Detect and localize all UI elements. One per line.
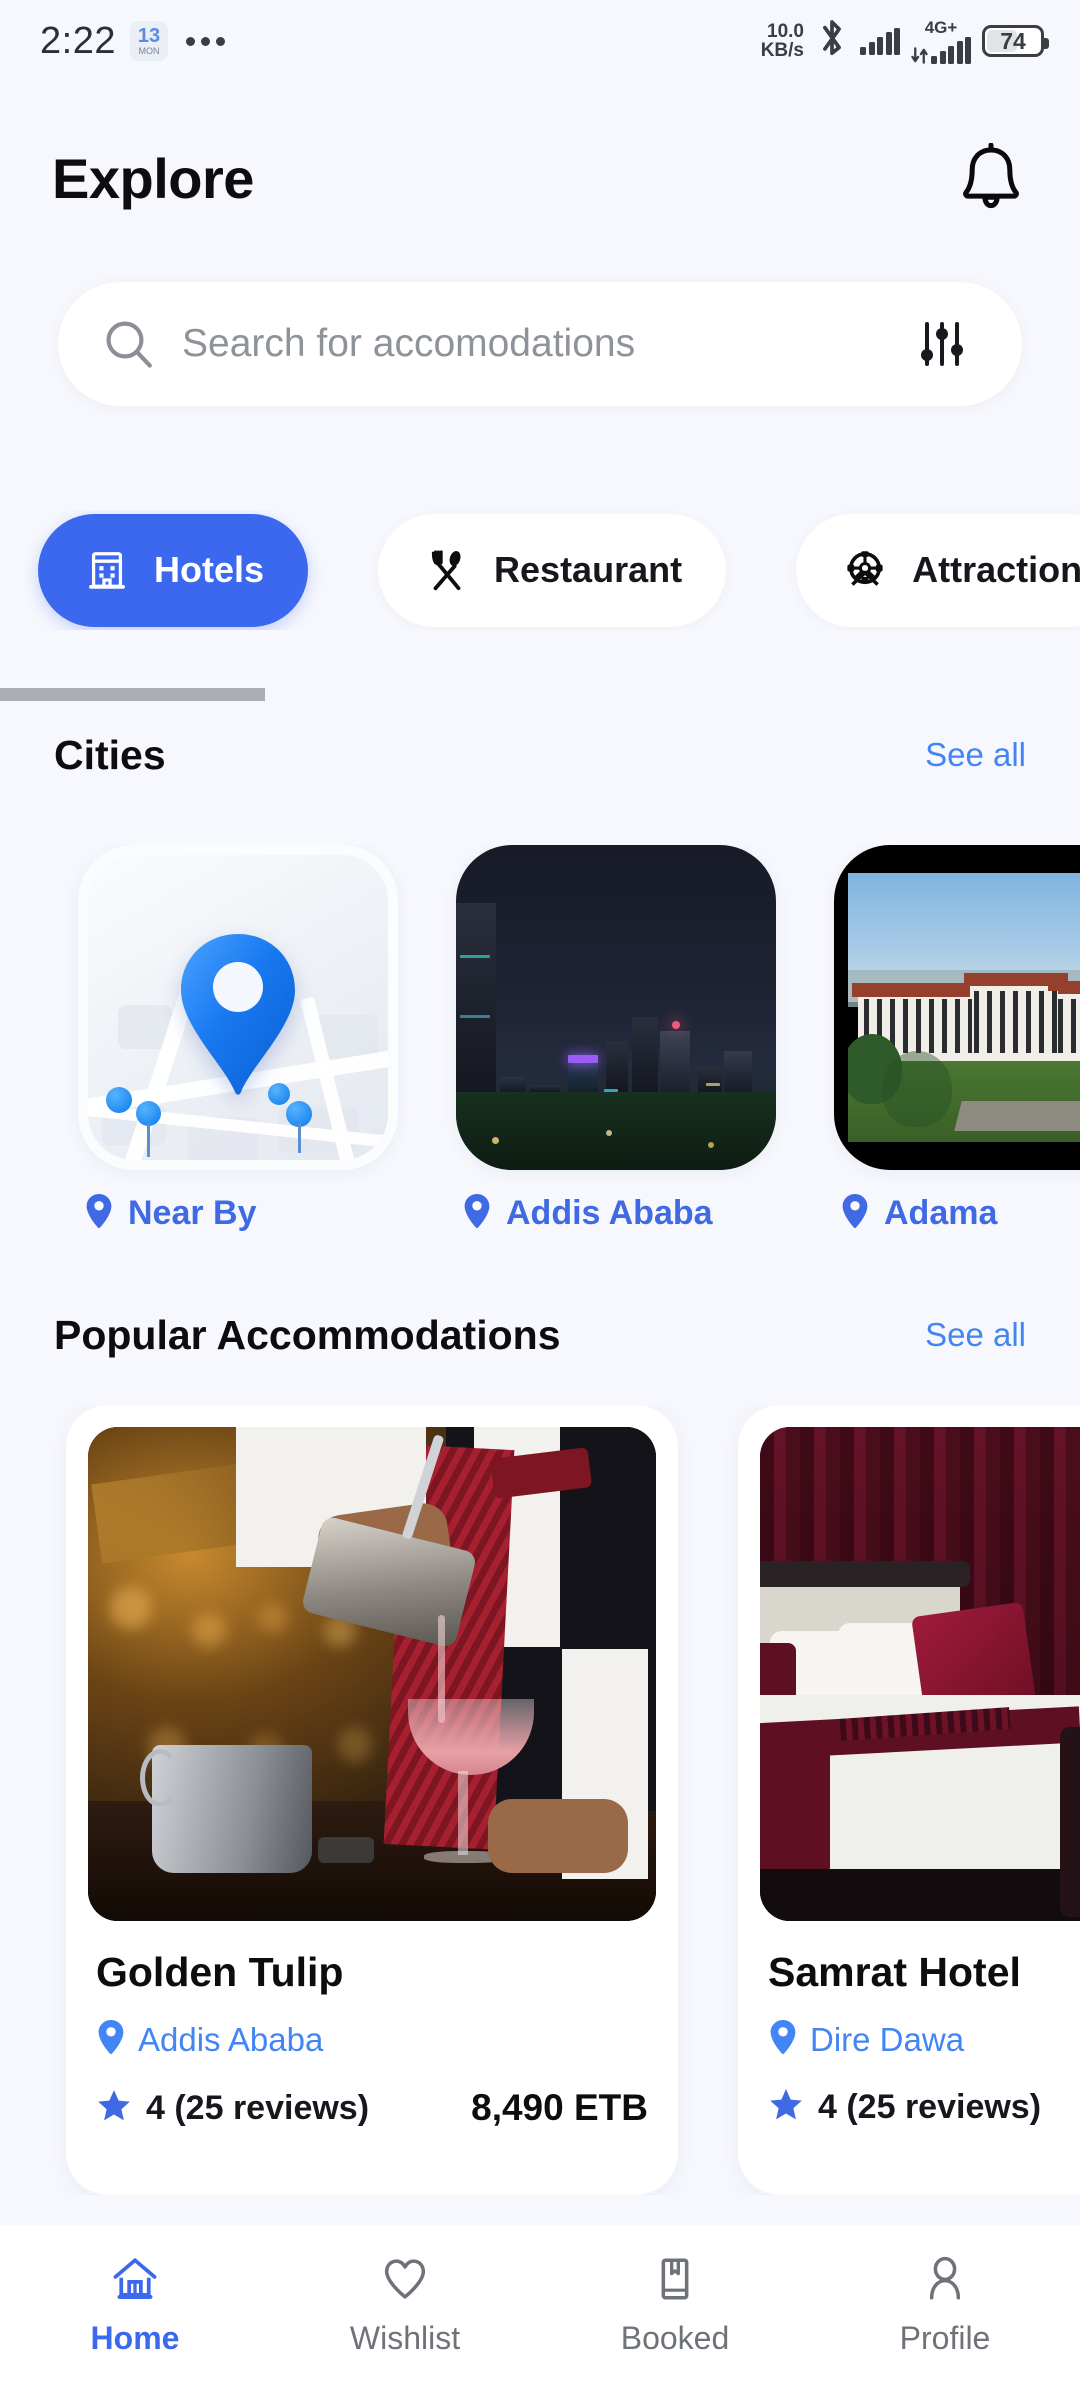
accommodation-name: Golden Tulip xyxy=(96,1949,344,1995)
nav-label: Wishlist xyxy=(349,2320,461,2356)
map-with-pin-illustration xyxy=(78,845,398,1170)
signal-strength-icon-2 xyxy=(911,36,971,64)
accommodation-city: Dire Dawa xyxy=(810,2020,965,2058)
accommodation-name: Samrat Hotel xyxy=(768,1949,1021,1995)
status-bar-left: 2:22 13 MON xyxy=(40,20,225,63)
status-bar: 2:22 13 MON 10.0 KB/s 4G+ 74 xyxy=(0,0,1080,82)
section-title-popular: Popular Accommodations xyxy=(54,1311,561,1358)
fork-spoon-icon xyxy=(422,545,472,595)
accommodation-card-body: Golden Tulip Addis Ababa 4 (25 reviews) … xyxy=(66,1921,678,2159)
popular-see-all-link[interactable]: See all xyxy=(925,1316,1026,1354)
accommodation-meta: 4 (25 reviews) 8,490 ETB xyxy=(96,2087,648,2129)
map-pin-icon xyxy=(84,1192,114,1235)
bookmark-book-icon xyxy=(647,2251,703,2307)
accommodation-card-samrat-hotel[interactable]: Samrat Hotel Dire Dawa 4 (25 reviews) xyxy=(738,1405,1080,2195)
category-chip-label: Restaurant xyxy=(494,549,683,590)
accommodation-rating: 4 (25 reviews) xyxy=(768,2087,1041,2128)
battery-percent: 74 xyxy=(1000,27,1026,54)
star-icon xyxy=(768,2087,804,2128)
accommodation-rating: 4 (25 reviews) xyxy=(96,2088,369,2129)
filter-sliders-icon[interactable] xyxy=(914,316,970,372)
accommodation-card-golden-tulip[interactable]: Golden Tulip Addis Ababa 4 (25 reviews) … xyxy=(66,1405,678,2195)
map-pin-icon xyxy=(840,1192,870,1235)
map-pin-icon xyxy=(768,2018,798,2061)
popular-section-header: Popular Accommodations See all xyxy=(0,1300,1080,1370)
star-icon xyxy=(96,2088,132,2129)
network-type-label: 4G+ xyxy=(924,17,958,37)
category-chip-hotels[interactable]: Hotels xyxy=(38,513,309,627)
cities-see-all-link[interactable]: See all xyxy=(925,736,1026,774)
category-chip-attraction[interactable]: Attraction xyxy=(796,513,1080,627)
category-chip-label: Hotels xyxy=(154,549,265,590)
city-card-near-by[interactable]: Near By xyxy=(78,845,398,1235)
accommodation-card-body: Samrat Hotel Dire Dawa 4 (25 reviews) xyxy=(738,1921,1080,2158)
network-speed-value: 10.0 xyxy=(767,20,804,42)
bluetooth-icon xyxy=(815,19,849,64)
nav-item-home[interactable]: Home xyxy=(0,2251,270,2357)
search-input[interactable] xyxy=(182,322,914,366)
more-horizontal-icon xyxy=(185,36,225,46)
battery-icon: 74 xyxy=(982,25,1049,57)
home-icon xyxy=(107,2251,163,2307)
network-speed-unit: KB/s xyxy=(760,40,804,61)
city-card-caption: Adama xyxy=(834,1192,1080,1235)
cities-carousel[interactable]: Near By Addis Ababa Adama xyxy=(0,845,1080,1235)
nav-item-profile[interactable]: Profile xyxy=(810,2251,1080,2357)
mobile-data-indicator: 4G+ xyxy=(911,19,971,64)
horizontal-scrollbar[interactable] xyxy=(0,688,265,701)
heart-icon xyxy=(377,2251,433,2307)
person-icon xyxy=(917,2251,973,2307)
category-chip-restaurant[interactable]: Restaurant xyxy=(378,513,727,627)
nav-label: Booked xyxy=(620,2320,730,2356)
calendar-icon: 13 MON xyxy=(129,21,168,61)
hotel-bedroom-photo xyxy=(760,1427,1080,1921)
daytime-resort-aerial-photo xyxy=(834,845,1080,1170)
accommodation-meta: 4 (25 reviews) xyxy=(768,2087,1080,2128)
network-speed: 10.0 KB/s xyxy=(760,20,804,61)
cities-section-header: Cities See all xyxy=(0,720,1080,790)
app-screen: 2:22 13 MON 10.0 KB/s 4G+ 74 Explore Sea… xyxy=(0,0,1080,2400)
search-icon xyxy=(102,317,156,371)
accommodation-rating-text: 4 (25 reviews) xyxy=(146,2088,370,2127)
city-name: Near By xyxy=(128,1194,257,1232)
status-clock: 2:22 xyxy=(40,19,116,62)
category-chip-row[interactable]: Hotels Restaurant Attraction xyxy=(0,510,1080,630)
bell-icon[interactable] xyxy=(954,141,1028,215)
city-card-adama[interactable]: Adama xyxy=(834,845,1080,1235)
accommodation-location: Dire Dawa xyxy=(768,2018,1080,2061)
calendar-day: 13 xyxy=(137,25,161,47)
nav-item-wishlist[interactable]: Wishlist xyxy=(270,2251,540,2357)
nav-label: Profile xyxy=(899,2320,991,2356)
map-pin-icon xyxy=(462,1192,492,1235)
calendar-weekday: MON xyxy=(138,46,160,56)
ferris-wheel-icon xyxy=(840,545,890,595)
map-pin-icon xyxy=(96,2018,126,2061)
accommodation-price: 8,490 ETB xyxy=(471,2087,648,2128)
app-header: Explore xyxy=(0,118,1080,238)
night-city-skyline-photo xyxy=(456,845,776,1170)
city-name: Addis Ababa xyxy=(506,1194,713,1232)
page-title: Explore xyxy=(52,146,254,210)
city-card-caption: Addis Ababa xyxy=(456,1192,776,1235)
bottom-navigation-bar: Home Wishlist Booked Profile xyxy=(0,2225,1080,2400)
search-bar[interactable] xyxy=(58,282,1022,406)
city-card-caption: Near By xyxy=(78,1192,398,1235)
bartender-pouring-cocktail-photo xyxy=(88,1427,656,1921)
category-chip-label: Attraction xyxy=(912,549,1080,590)
nav-item-booked[interactable]: Booked xyxy=(540,2251,810,2357)
status-bar-right: 10.0 KB/s 4G+ 74 xyxy=(760,19,1049,64)
popular-accommodations-carousel[interactable]: Golden Tulip Addis Ababa 4 (25 reviews) … xyxy=(0,1405,1080,2195)
accommodation-location: Addis Ababa xyxy=(96,2018,648,2061)
accommodation-city: Addis Ababa xyxy=(138,2020,324,2058)
signal-strength-icon-1 xyxy=(860,27,900,55)
accommodation-rating-text: 4 (25 reviews) xyxy=(818,2088,1042,2126)
city-name: Adama xyxy=(884,1194,998,1232)
city-card-addis-ababa[interactable]: Addis Ababa xyxy=(456,845,776,1235)
section-title-cities: Cities xyxy=(54,731,166,778)
hotel-building-icon xyxy=(82,545,132,595)
nav-label: Home xyxy=(90,2320,180,2356)
map-pin-3d-icon xyxy=(173,930,303,1098)
